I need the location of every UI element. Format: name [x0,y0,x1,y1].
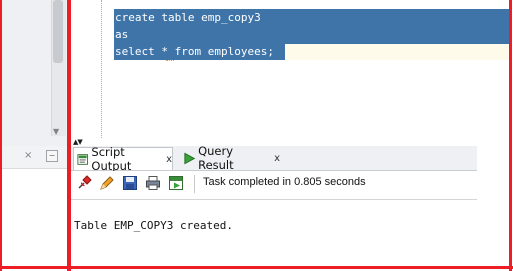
code-line[interactable]: create table emp_copy3 [115,9,261,26]
tab-query-result-label: Query Result [198,144,234,172]
output-panel-margin [477,146,509,266]
warning-squiggle [166,57,174,61]
run-icon [184,152,196,164]
highlight-frame [0,266,513,269]
code-line[interactable]: as [115,26,128,43]
task-status-text: Task completed in 0.805 seconds [203,176,366,188]
toolbar-separator [194,175,195,193]
panel-close-icon[interactable]: × [24,150,32,161]
script-output-area[interactable] [71,200,477,266]
run-script-icon[interactable] [168,175,184,191]
code-line[interactable]: select * from employees; [115,43,274,60]
pencil-icon[interactable] [99,175,115,191]
editor-gutter-line [101,0,102,138]
script-output-icon [77,153,88,165]
tab-script-output-label: Script Output [91,145,132,173]
current-line-highlight [285,44,509,60]
highlight-frame [0,0,2,271]
tab-close-icon[interactable]: x [274,153,280,164]
highlight-frame [67,0,71,271]
scroll-down-arrow-icon[interactable]: ▼ [53,128,59,136]
tab-close-icon[interactable]: x [166,154,172,165]
panel-minimize-icon[interactable]: − [46,150,58,162]
navigator-scroll-thumb[interactable] [53,0,63,63]
save-icon[interactable] [122,175,138,191]
tab-script-output[interactable]: Script Output x [73,145,173,173]
pin-icon[interactable] [76,175,92,191]
splitter-arrows-icon[interactable]: ▲▼ [73,138,83,146]
script-output-text: Table EMP_COPY3 created. [74,219,233,232]
tab-query-result[interactable]: Query Result x [180,144,280,172]
print-icon[interactable] [145,175,161,191]
highlight-frame [509,0,512,271]
